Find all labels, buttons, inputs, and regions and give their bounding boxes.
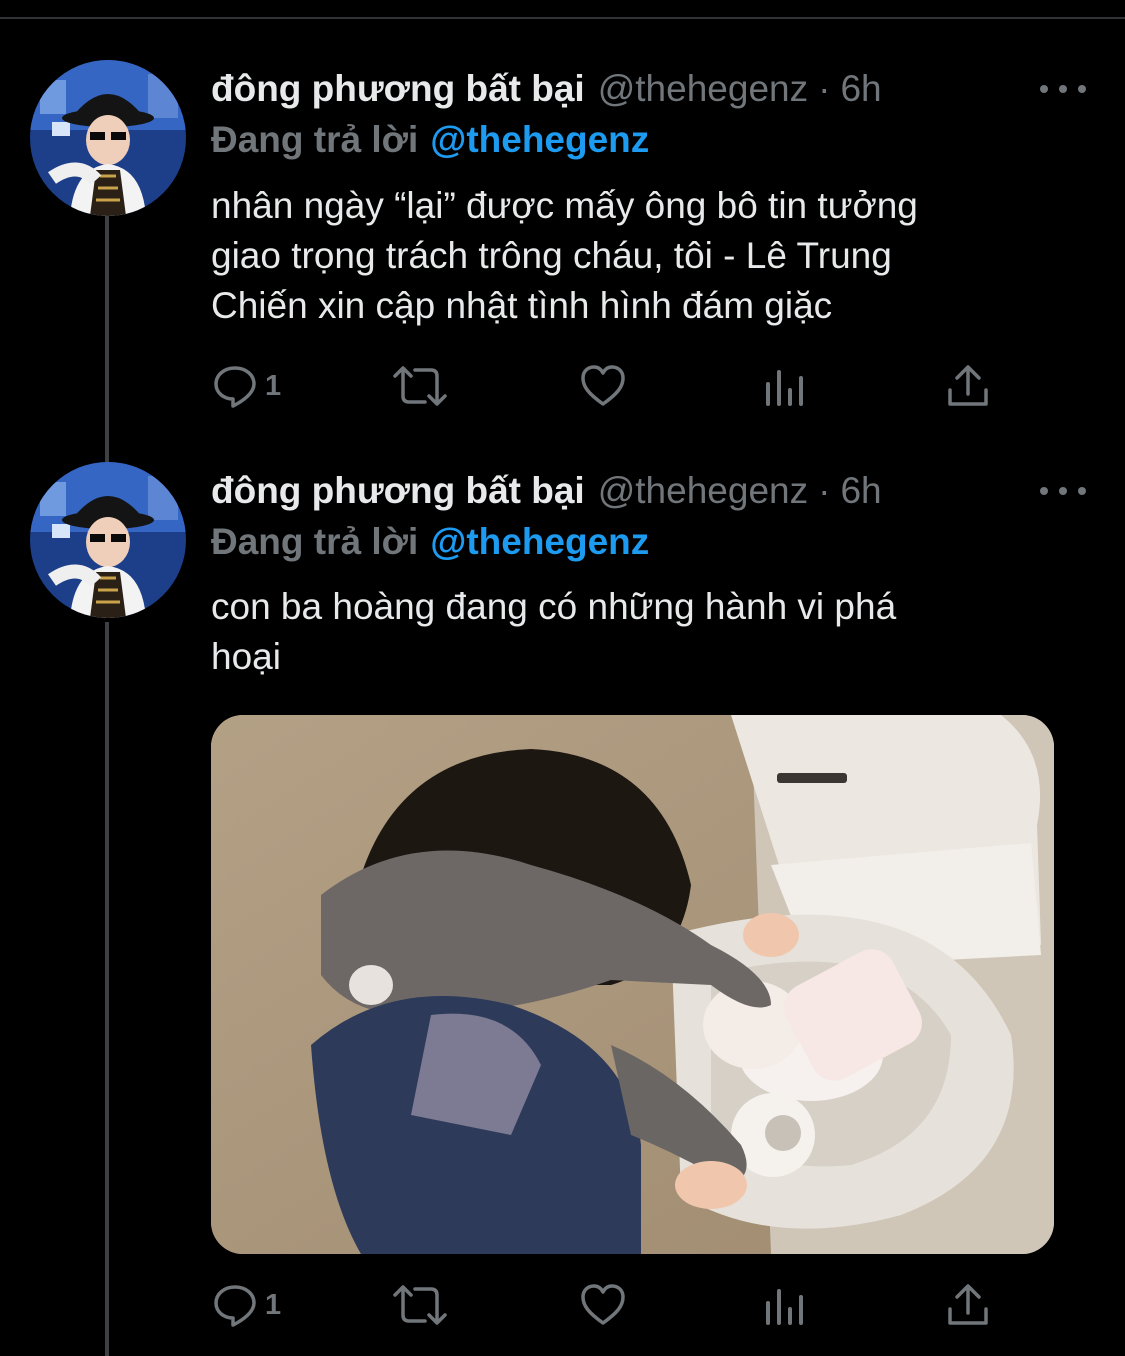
tweet-text-line: hoại (211, 636, 281, 677)
tweet-actions: 1 (211, 1279, 1011, 1331)
separator-dot: · (818, 68, 831, 109)
author-handle[interactable]: @thehegenz (598, 468, 808, 514)
tweet-text-line: giao trọng trách trông cháu, tôi - Lê Tr… (211, 235, 892, 276)
reply-button[interactable]: 1 (211, 360, 281, 412)
tweet[interactable]: đông phương bất bại @thehegenz · 6h Đang… (0, 0, 1125, 440)
avatar[interactable] (30, 60, 186, 216)
timestamp[interactable]: 6h (840, 66, 881, 112)
analytics-button[interactable] (764, 1279, 808, 1331)
share-button[interactable] (944, 360, 992, 412)
analytics-icon (766, 370, 803, 406)
tweet-header: đông phương bất bại @thehegenz · 6h (211, 66, 882, 112)
timestamp[interactable]: 6h (840, 468, 881, 514)
like-icon (581, 1284, 625, 1325)
replying-label: Đang trả lời (211, 119, 419, 160)
replying-label: Đang trả lời (211, 521, 419, 562)
tweet[interactable]: đông phương bất bại @thehegenz · 6h Đang… (0, 440, 1125, 1356)
retweet-button[interactable] (391, 1279, 449, 1331)
avatar[interactable] (30, 462, 186, 618)
share-icon (948, 1284, 988, 1325)
tweet-text: con ba hoàng đang có những hành vi phá h… (211, 582, 1071, 682)
retweet-icon (393, 1285, 447, 1325)
replying-mention[interactable]: @thehegenz (430, 521, 649, 562)
tweet-photo[interactable] (211, 715, 1054, 1254)
like-button[interactable] (579, 360, 627, 412)
timeline: đông phương bất bại @thehegenz · 6h Đang… (0, 0, 1125, 1356)
tweet-text-line: nhân ngày “lại” được mấy ông bô tin tưởn… (211, 185, 918, 226)
reply-count: 1 (265, 1288, 282, 1321)
tweet-header: đông phương bất bại @thehegenz · 6h (211, 468, 882, 514)
tweet-text-line: con ba hoàng đang có những hành vi phá (211, 586, 897, 627)
replying-mention[interactable]: @thehegenz (430, 119, 649, 160)
more-icon[interactable] (1040, 476, 1086, 506)
reply-icon (214, 1285, 256, 1327)
retweet-button[interactable] (391, 360, 449, 412)
replying-to: Đang trả lời @thehegenz (211, 117, 649, 163)
like-icon (581, 365, 625, 406)
retweet-icon (393, 366, 447, 406)
author-name[interactable]: đông phương bất bại (211, 66, 585, 112)
author-name[interactable]: đông phương bất bại (211, 468, 585, 514)
tweet-text-line: Chiến xin cập nhật tình hình đám giặc (211, 285, 833, 326)
tweet-text: nhân ngày “lại” được mấy ông bô tin tưởn… (211, 181, 1071, 331)
share-icon (948, 365, 988, 406)
reply-icon (214, 366, 256, 408)
separator-dot: · (818, 470, 831, 511)
share-button[interactable] (944, 1279, 992, 1331)
tweet-actions: 1 (211, 360, 1011, 412)
analytics-button[interactable] (764, 360, 808, 412)
reply-button[interactable]: 1 (211, 1279, 281, 1331)
replying-to: Đang trả lời @thehegenz (211, 519, 649, 565)
analytics-icon (766, 1289, 803, 1325)
reply-count: 1 (265, 369, 282, 402)
author-handle[interactable]: @thehegenz (598, 66, 808, 112)
like-button[interactable] (579, 1279, 627, 1331)
more-icon[interactable] (1040, 74, 1086, 104)
